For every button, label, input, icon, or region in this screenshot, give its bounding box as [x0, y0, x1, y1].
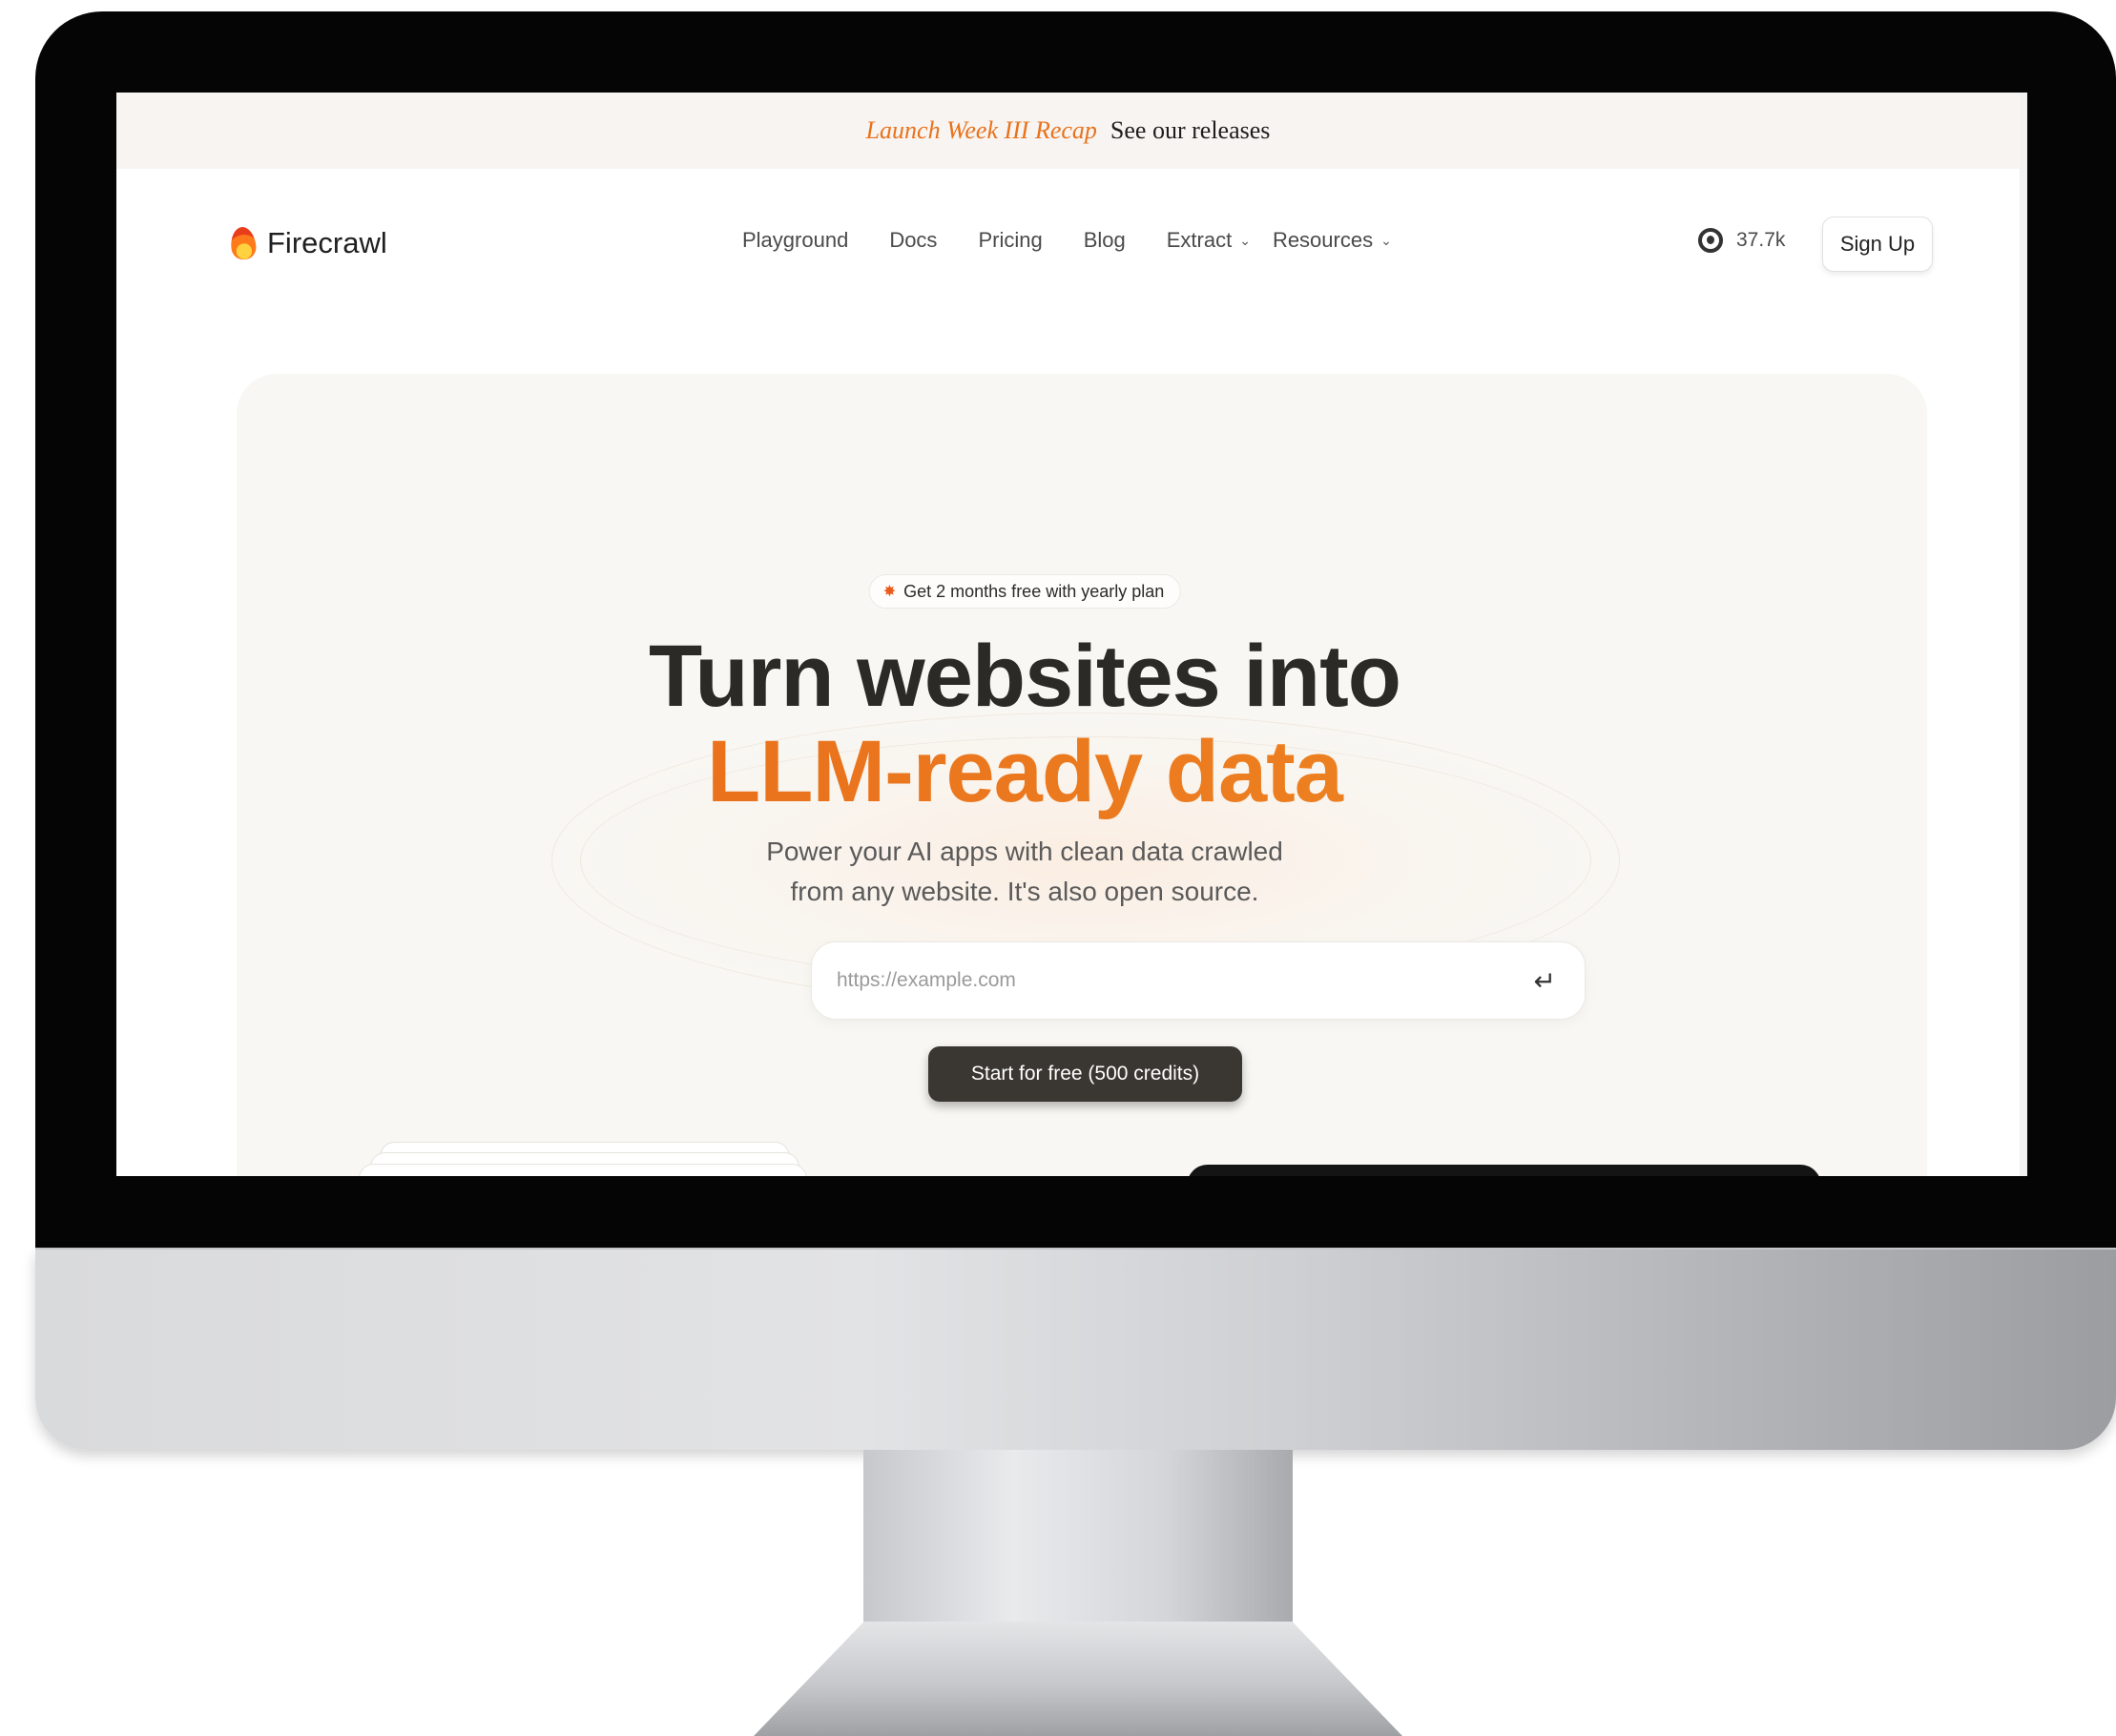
- nav-item-label: Pricing: [978, 228, 1043, 252]
- monitor-chin: [35, 1250, 2116, 1450]
- start-free-button[interactable]: Start for free (500 credits): [928, 1046, 1242, 1102]
- nav-item-blog[interactable]: Blog: [1084, 228, 1126, 253]
- hero-subtitle-line2: from any website. It's also open source.: [790, 877, 1259, 906]
- nav-item-label: Extract: [1166, 228, 1233, 252]
- code-preview-card: [1187, 1165, 1821, 1176]
- sparkle-icon: ✸: [882, 584, 897, 600]
- announcement-highlight[interactable]: Launch Week III Recap: [866, 116, 1097, 145]
- github-stars-count: 37.7k: [1736, 229, 1786, 251]
- nav-item-resources[interactable]: Resources ⌄: [1273, 228, 1392, 253]
- monitor-mockup: Launch Week III Recap See our releases F…: [0, 0, 2116, 1736]
- nav-item-pricing[interactable]: Pricing: [978, 228, 1042, 253]
- monitor-stand-neck: [863, 1450, 1293, 1641]
- promo-text: Get 2 months free with yearly plan: [903, 581, 1165, 601]
- nav-item-label: Blog: [1083, 228, 1126, 252]
- github-icon: [1698, 228, 1723, 253]
- hero-title-line1: Turn websites into: [649, 628, 1401, 725]
- nav-item-extract[interactable]: Extract ⌄: [1167, 228, 1251, 253]
- nav-item-label: Resources: [1272, 228, 1374, 252]
- nav-item-docs[interactable]: Docs: [889, 228, 937, 253]
- brand-name: Firecrawl: [267, 226, 387, 259]
- url-input-box[interactable]: ↵: [811, 941, 1586, 1020]
- top-nav: Firecrawl Playground Docs Pricing Blog E…: [116, 169, 2020, 321]
- github-stars-link[interactable]: 37.7k: [1698, 228, 1785, 253]
- brand-logo[interactable]: Firecrawl: [229, 225, 387, 261]
- nav-item-label: Docs: [889, 228, 938, 252]
- announcement-bar[interactable]: Launch Week III Recap See our releases: [116, 93, 2020, 169]
- screen: Launch Week III Recap See our releases F…: [116, 93, 2027, 1176]
- promo-badge[interactable]: ✸ Get 2 months free with yearly plan: [868, 574, 1181, 609]
- nav-item-playground[interactable]: Playground: [742, 228, 848, 253]
- nav-item-label: Playground: [742, 228, 849, 252]
- preview-card: [359, 1164, 807, 1176]
- hero-section: ✸ Get 2 months free with yearly plan Tur…: [237, 374, 1927, 1176]
- url-input[interactable]: [835, 961, 1483, 1000]
- hero-subtitle: Power your AI apps with clean data crawl…: [237, 832, 1813, 912]
- nav-menu: Playground Docs Pricing Blog Extract ⌄ R…: [742, 228, 1433, 253]
- monitor-stand-foot: [754, 1622, 1402, 1736]
- sign-up-button[interactable]: Sign Up: [1822, 217, 1933, 272]
- enter-icon[interactable]: ↵: [1534, 965, 1556, 997]
- flame-icon: [229, 225, 258, 261]
- chevron-down-icon: ⌄: [1380, 232, 1392, 248]
- hero-title-line2: LLM-ready data: [237, 722, 1813, 822]
- announcement-link[interactable]: See our releases: [1110, 116, 1270, 145]
- hero-subtitle-line1: Power your AI apps with clean data crawl…: [766, 837, 1283, 866]
- chevron-down-icon: ⌄: [1239, 232, 1251, 248]
